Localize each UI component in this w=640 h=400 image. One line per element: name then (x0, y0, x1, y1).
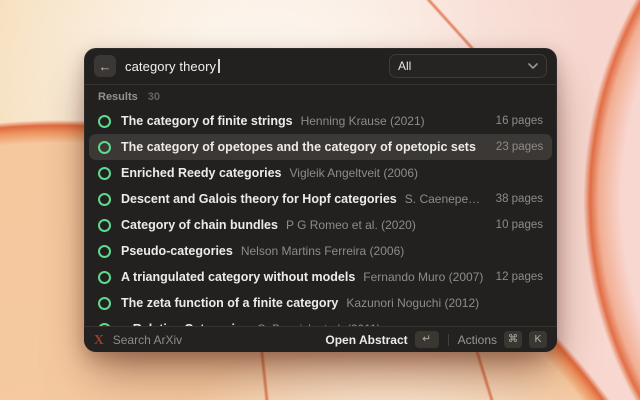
paper-authors: Henning Krause (2021) (301, 114, 425, 128)
paper-authors: P G Romeo et al. (2020) (286, 218, 416, 232)
footer-divider (448, 334, 449, 346)
actions-button[interactable]: Actions (458, 333, 497, 347)
enter-key-icon: ↵ (415, 331, 439, 348)
paper-circle-icon (98, 245, 111, 258)
paper-pages: 38 pages (484, 193, 543, 205)
paper-authors: Vigleik Angeltveit (2006) (289, 166, 418, 180)
command-key-icon: ⌘ (504, 331, 522, 348)
paper-title: The zeta function of a finite category (121, 296, 338, 310)
paper-circle-icon (98, 297, 111, 310)
back-button[interactable]: ← (94, 55, 116, 77)
wallpaper-shape (580, 0, 640, 400)
filter-selected-value: All (398, 59, 411, 73)
paper-title: Descent and Galois theory for Hopf categ… (121, 192, 397, 206)
search-arxiv-window: ← category theory All Results 30 The cat… (84, 48, 557, 352)
paper-pages: 23 pages (484, 141, 543, 153)
result-row[interactable]: Category of chain bundles P G Romeo et a… (89, 212, 552, 238)
paper-authors: Fernando Muro (2007) (363, 270, 483, 284)
paper-pages: 12 pages (484, 271, 543, 283)
text-cursor (218, 59, 220, 73)
result-row-selected[interactable]: The category of opetopes and the categor… (89, 134, 552, 160)
result-row[interactable]: The category of finite strings Henning K… (89, 108, 552, 134)
search-query-text: category theory (125, 59, 216, 74)
open-abstract-button[interactable]: Open Abstract (325, 333, 407, 347)
results-section-header: Results 30 (84, 86, 557, 108)
extension-name: Search ArXiv (113, 333, 182, 347)
result-row[interactable]: Pseudo-categories Nelson Martins Ferreir… (89, 238, 552, 264)
paper-authors: Nelson Martins Ferreira (2006) (241, 244, 404, 258)
paper-authors: S. Caenepeel et al. (2017) (405, 192, 484, 206)
results-list: The category of finite strings Henning K… (84, 108, 557, 327)
paper-title: The category of finite strings (121, 114, 293, 128)
result-row[interactable]: Descent and Galois theory for Hopf categ… (89, 186, 552, 212)
paper-title: Pseudo-categories (121, 244, 233, 258)
paper-title: A triangulated category without models (121, 270, 355, 284)
paper-title: Enriched Reedy categories (121, 166, 281, 180)
paper-circle-icon (98, 167, 111, 180)
search-input[interactable]: category theory (125, 59, 389, 74)
result-row[interactable]: The zeta function of a finite category K… (89, 290, 552, 316)
results-count: 30 (148, 91, 160, 103)
window-footer: X Search ArXiv Open Abstract ↵ Actions ⌘… (84, 326, 557, 352)
paper-circle-icon (98, 141, 111, 154)
desktop-wallpaper: ← category theory All Results 30 The cat… (0, 0, 640, 400)
result-row[interactable]: A triangulated category without models F… (89, 264, 552, 290)
paper-circle-icon (98, 271, 111, 284)
results-label: Results (98, 91, 138, 103)
arxiv-logo-icon: X (94, 332, 104, 348)
result-row[interactable]: Enriched Reedy categories Vigleik Angelt… (89, 160, 552, 186)
paper-circle-icon (98, 193, 111, 206)
back-arrow-icon: ← (99, 60, 112, 73)
paper-title: Category of chain bundles (121, 218, 278, 232)
chevron-down-icon (528, 63, 538, 69)
paper-circle-icon (98, 219, 111, 232)
filter-dropdown[interactable]: All (389, 54, 547, 78)
paper-title: The category of opetopes and the categor… (121, 140, 476, 154)
k-key-icon: K (529, 331, 547, 348)
paper-pages: 16 pages (484, 115, 543, 127)
paper-authors: Kazunori Noguchi (2012) (346, 296, 479, 310)
paper-circle-icon (98, 115, 111, 128)
window-header: ← category theory All (84, 48, 557, 85)
paper-pages: 10 pages (484, 219, 543, 231)
